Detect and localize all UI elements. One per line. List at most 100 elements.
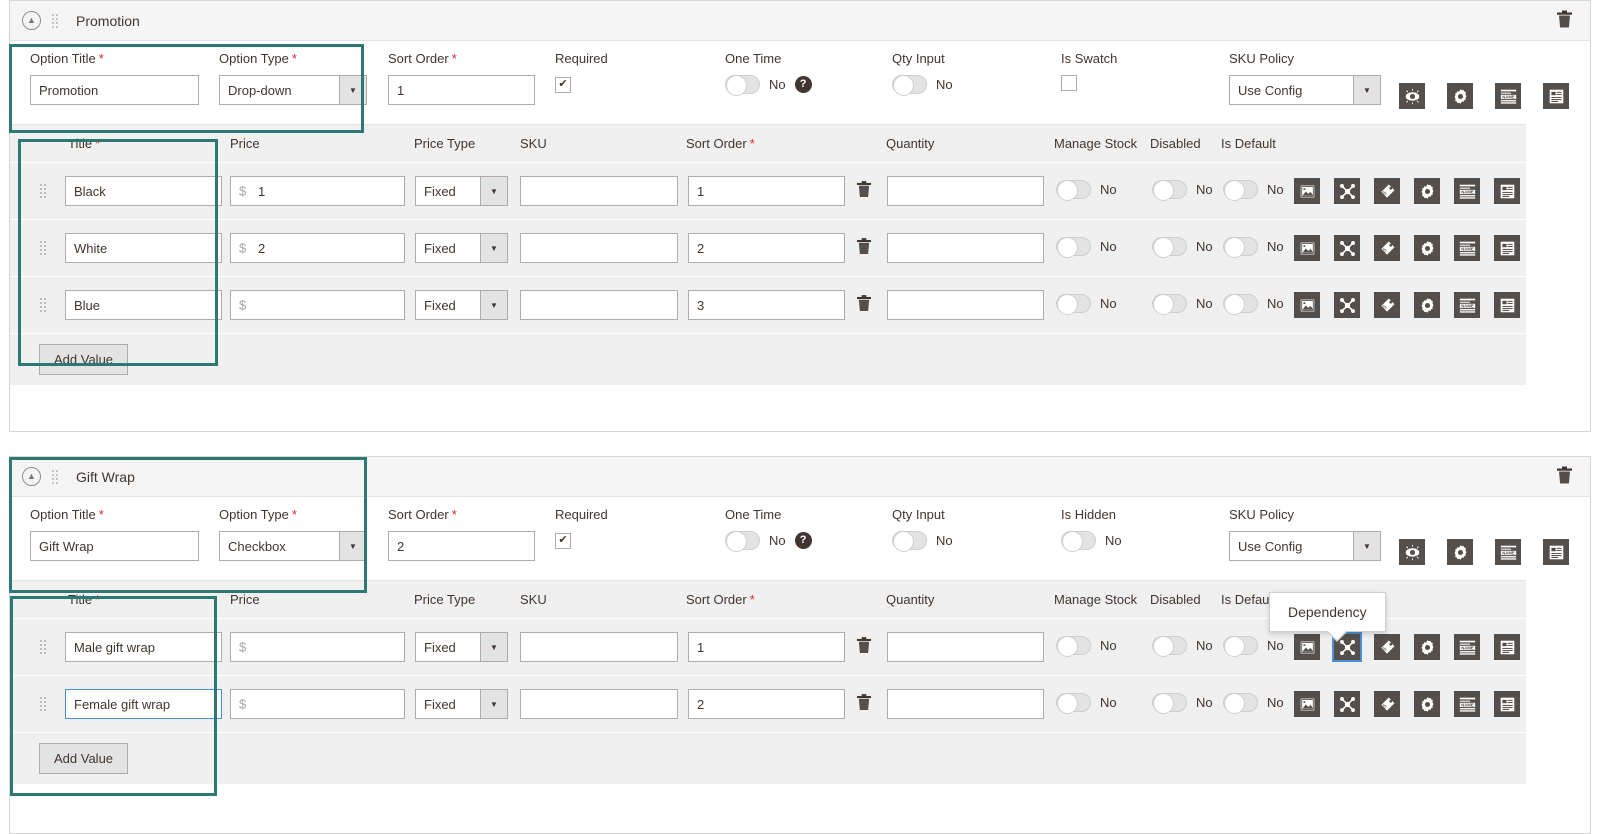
image-icon[interactable] <box>1294 178 1320 204</box>
list-icon[interactable] <box>1543 83 1569 109</box>
manage-stock-toggle[interactable] <box>1056 180 1091 201</box>
gear-icon[interactable] <box>1414 235 1440 261</box>
value-title-input[interactable] <box>65 632 222 662</box>
delete-value-button[interactable] <box>857 295 871 315</box>
chevron-up-circle-icon[interactable]: ▲ <box>22 11 41 30</box>
one-time-toggle[interactable] <box>725 531 760 552</box>
add-value-button[interactable]: Add Value <box>39 743 129 774</box>
value-quantity-input[interactable] <box>887 176 1044 206</box>
chevron-down-icon[interactable]: ▼ <box>480 234 507 262</box>
price-type-select[interactable]: ▼ <box>415 632 508 662</box>
value-title-input[interactable] <box>65 689 222 719</box>
value-sort-order-input[interactable] <box>688 632 845 662</box>
chevron-down-icon[interactable]: ▼ <box>480 690 507 718</box>
disabled-toggle[interactable] <box>1152 693 1187 714</box>
value-title-input[interactable] <box>65 176 222 206</box>
option-title-input[interactable] <box>30 531 199 561</box>
row-drag-handle-icon[interactable] <box>39 297 48 313</box>
drag-handle-icon[interactable] <box>51 468 60 485</box>
required-checkbox[interactable]: ✔ <box>555 76 571 93</box>
qty-input-toggle[interactable] <box>892 531 927 552</box>
price-type-select[interactable]: ▼ <box>415 689 508 719</box>
price-type-select[interactable]: ▼ <box>415 290 508 320</box>
gear-icon[interactable] <box>1414 178 1440 204</box>
value-price-input[interactable] <box>230 290 405 320</box>
manage-stock-toggle[interactable] <box>1056 693 1091 714</box>
dependency-icon[interactable] <box>1334 292 1360 318</box>
is-default-toggle[interactable] <box>1223 693 1258 714</box>
option-header-gift-wrap[interactable]: ▲ Gift Wrap <box>10 457 1590 497</box>
row-drag-handle-icon[interactable] <box>39 240 48 256</box>
value-sort-order-input[interactable] <box>688 689 845 719</box>
option-type-select[interactable]: ▼ <box>219 75 367 105</box>
option-header-promotion[interactable]: ▲ Promotion <box>10 1 1590 41</box>
chevron-down-icon[interactable]: ▼ <box>480 177 507 205</box>
price-tag-icon[interactable]: $ <box>1374 634 1400 660</box>
sort-order-input[interactable] <box>388 75 535 105</box>
add-value-button[interactable]: Add Value <box>39 344 129 375</box>
list-icon[interactable] <box>1494 292 1520 318</box>
required-checkbox[interactable]: ✔ <box>555 532 571 549</box>
name-icon[interactable]: NAME <box>1454 691 1480 717</box>
one-time-toggle[interactable] <box>725 75 760 96</box>
row-drag-handle-icon[interactable] <box>39 183 48 199</box>
value-price-input[interactable] <box>230 233 405 263</box>
delete-option-button[interactable] <box>1557 466 1572 487</box>
is-swatch-checkbox[interactable] <box>1061 75 1077 91</box>
name-icon[interactable]: NAME <box>1454 292 1480 318</box>
list-icon[interactable] <box>1494 178 1520 204</box>
value-title-input[interactable] <box>65 233 222 263</box>
delete-value-button[interactable] <box>857 181 871 201</box>
preview-icon[interactable] <box>1399 539 1425 565</box>
chevron-down-icon[interactable]: ▼ <box>480 633 507 661</box>
sku-policy-select[interactable]: ▼ <box>1229 531 1381 561</box>
preview-icon[interactable] <box>1399 83 1425 109</box>
value-quantity-input[interactable] <box>887 632 1044 662</box>
chevron-down-icon[interactable]: ▼ <box>339 532 366 560</box>
is-default-toggle[interactable] <box>1223 237 1258 258</box>
option-title-input[interactable] <box>30 75 199 105</box>
manage-stock-toggle[interactable] <box>1056 636 1091 657</box>
gear-icon[interactable] <box>1414 292 1440 318</box>
value-price-input[interactable] <box>230 632 405 662</box>
delete-value-button[interactable] <box>857 637 871 657</box>
dependency-icon[interactable] <box>1334 178 1360 204</box>
value-quantity-input[interactable] <box>887 290 1044 320</box>
list-icon[interactable] <box>1494 691 1520 717</box>
value-price-input[interactable] <box>230 689 405 719</box>
disabled-toggle[interactable] <box>1152 636 1187 657</box>
is-default-toggle[interactable] <box>1223 636 1258 657</box>
dependency-icon[interactable] <box>1334 235 1360 261</box>
chevron-down-icon[interactable]: ▼ <box>480 291 507 319</box>
value-quantity-input[interactable] <box>887 233 1044 263</box>
value-sku-input[interactable] <box>520 689 678 719</box>
option-type-select[interactable]: ▼ <box>219 531 367 561</box>
list-icon[interactable] <box>1494 235 1520 261</box>
manage-stock-toggle[interactable] <box>1056 294 1091 315</box>
price-tag-icon[interactable]: $ <box>1374 235 1400 261</box>
is-default-toggle[interactable] <box>1223 180 1258 201</box>
image-icon[interactable] <box>1294 634 1320 660</box>
price-type-select[interactable]: ▼ <box>415 233 508 263</box>
name-icon[interactable]: NAME <box>1454 634 1480 660</box>
help-icon[interactable]: ? <box>794 532 812 549</box>
dependency-icon[interactable] <box>1334 691 1360 717</box>
chevron-down-icon[interactable]: ▼ <box>339 76 366 104</box>
manage-stock-toggle[interactable] <box>1056 237 1091 258</box>
delete-value-button[interactable] <box>857 238 871 258</box>
name-icon[interactable]: NAME <box>1454 235 1480 261</box>
gear-icon[interactable] <box>1414 691 1440 717</box>
price-type-select[interactable]: ▼ <box>415 176 508 206</box>
value-sku-input[interactable] <box>520 632 678 662</box>
sku-policy-select[interactable]: ▼ <box>1229 75 1381 105</box>
delete-option-button[interactable] <box>1557 10 1572 31</box>
gear-icon[interactable] <box>1414 634 1440 660</box>
chevron-down-icon[interactable]: ▼ <box>1353 76 1380 104</box>
list-icon[interactable] <box>1543 539 1569 565</box>
disabled-toggle[interactable] <box>1152 294 1187 315</box>
disabled-toggle[interactable] <box>1152 237 1187 258</box>
value-price-input[interactable] <box>230 176 405 206</box>
chevron-down-icon[interactable]: ▼ <box>1353 532 1380 560</box>
delete-value-button[interactable] <box>857 694 871 714</box>
row-drag-handle-icon[interactable] <box>39 696 48 712</box>
